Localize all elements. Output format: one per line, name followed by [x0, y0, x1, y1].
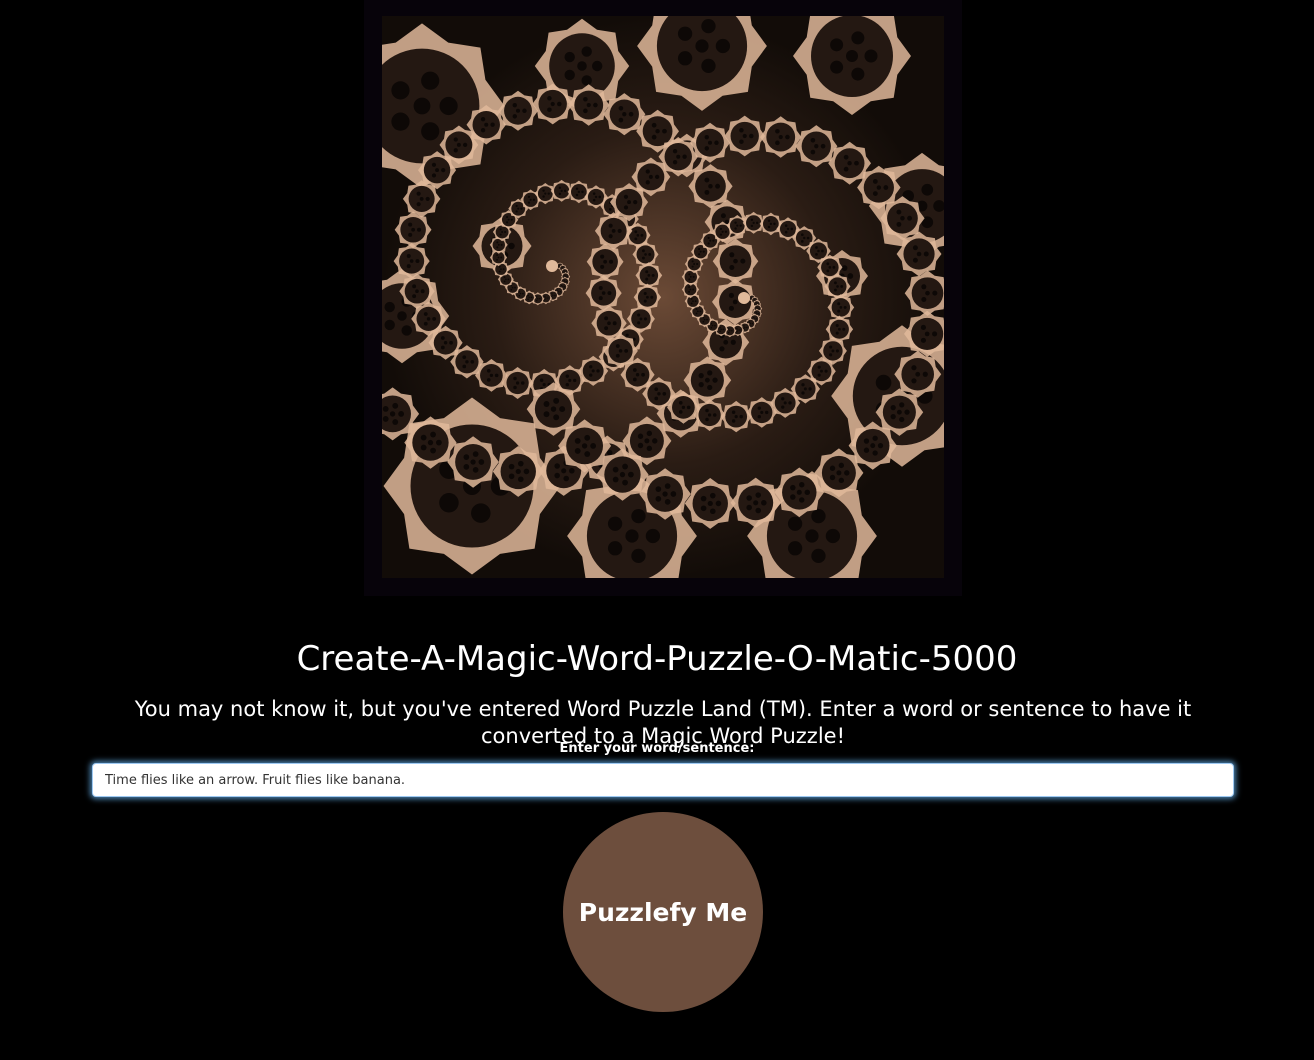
word-sentence-input[interactable]: [92, 763, 1234, 797]
hero-image-frame: [364, 0, 962, 596]
fractal-gears-image: [382, 16, 944, 578]
page-title: Create-A-Magic-Word-Puzzle-O-Matic-5000: [296, 638, 1018, 679]
word-input-label: Enter your word/sentence:: [559, 741, 755, 756]
fractal-gears-spiral-icon: [382, 16, 944, 578]
puzzlefy-me-button[interactable]: Puzzlefy Me: [563, 812, 763, 1012]
page: Create-A-Magic-Word-Puzzle-O-Matic-5000 …: [0, 0, 1314, 1060]
